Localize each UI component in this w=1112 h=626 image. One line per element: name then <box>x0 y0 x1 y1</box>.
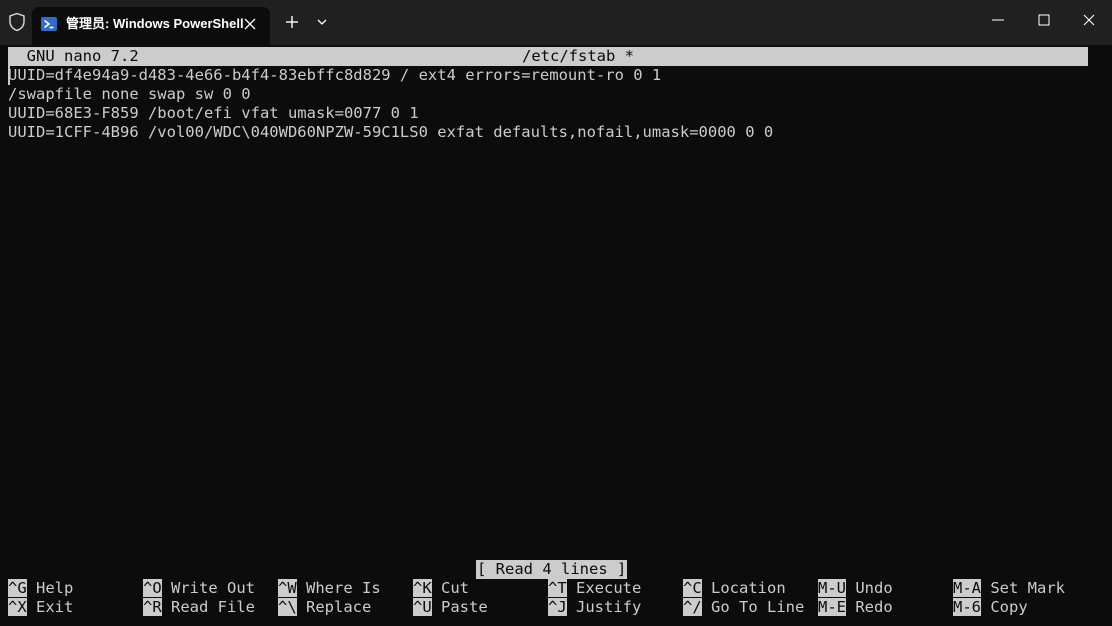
shortcut-paste: ^U Paste <box>413 598 488 616</box>
tab-dropdown-button[interactable] <box>311 11 333 33</box>
shortcut-justify: ^J Justify <box>548 598 642 616</box>
terminal-area[interactable]: GNU nano 7.2 /etc/fstab * UUID=df4e94a9-… <box>0 45 1112 626</box>
title-bar: 管理员: Windows PowerShell <box>0 0 1112 45</box>
nano-version: GNU nano 7.2 <box>8 47 139 65</box>
status-message: [ Read 4 lines ] <box>476 560 628 579</box>
chevron-down-icon <box>317 19 327 25</box>
shortcut-undo: M-U Undo <box>818 579 893 597</box>
plus-icon <box>286 16 298 28</box>
maximize-button[interactable] <box>1021 0 1067 40</box>
file-line[interactable]: UUID=1CFF-4B96 /vol00/WDC\040WD60NPZW-59… <box>8 123 773 142</box>
nano-header: GNU nano 7.2 /etc/fstab * <box>8 47 1088 66</box>
shortcut-execute: ^T Execute <box>548 579 642 597</box>
tab-powershell[interactable]: 管理员: Windows PowerShell <box>32 7 270 45</box>
shortcut-location: ^C Location <box>683 579 786 597</box>
file-name: /etc/fstab * <box>522 47 634 65</box>
shortcut-write-out: ^O Write Out <box>143 579 256 597</box>
shortcut-help: ^G Help <box>8 579 74 597</box>
shortcut-go-to-line: ^/ Go To Line <box>683 598 805 616</box>
new-tab-button[interactable] <box>281 11 303 33</box>
file-line[interactable]: UUID=68E3-F859 /boot/efi vfat umask=0077… <box>8 104 419 123</box>
maximize-icon <box>1038 14 1050 26</box>
shortcut-read-file: ^R Read File <box>143 598 256 616</box>
file-line[interactable]: UUID=df4e94a9-d483-4e66-b4f4-83ebffc8d82… <box>8 66 661 85</box>
shortcut-copy: M-6 Copy <box>953 598 1028 616</box>
shortcut-where-is: ^W Where Is <box>278 579 381 597</box>
shield-icon <box>8 12 26 32</box>
scrollbar[interactable] <box>1101 45 1112 626</box>
powershell-icon <box>41 16 57 32</box>
close-icon <box>1083 14 1095 26</box>
file-line[interactable]: /swapfile none swap sw 0 0 <box>8 85 251 104</box>
shortcut-exit: ^X Exit <box>8 598 74 616</box>
shortcut-redo: M-E Redo <box>818 598 893 616</box>
minimize-button[interactable] <box>975 0 1021 40</box>
close-window-button[interactable] <box>1066 0 1112 40</box>
minimize-icon <box>992 19 1004 21</box>
shortcut-replace: ^\ Replace <box>278 598 372 616</box>
shortcut-set-mark: M-A Set Mark <box>953 579 1065 597</box>
shortcut-cut: ^K Cut <box>413 579 470 597</box>
close-icon[interactable] <box>239 13 261 35</box>
tab-title: 管理员: Windows PowerShell <box>66 16 244 31</box>
text-cursor <box>8 66 10 85</box>
